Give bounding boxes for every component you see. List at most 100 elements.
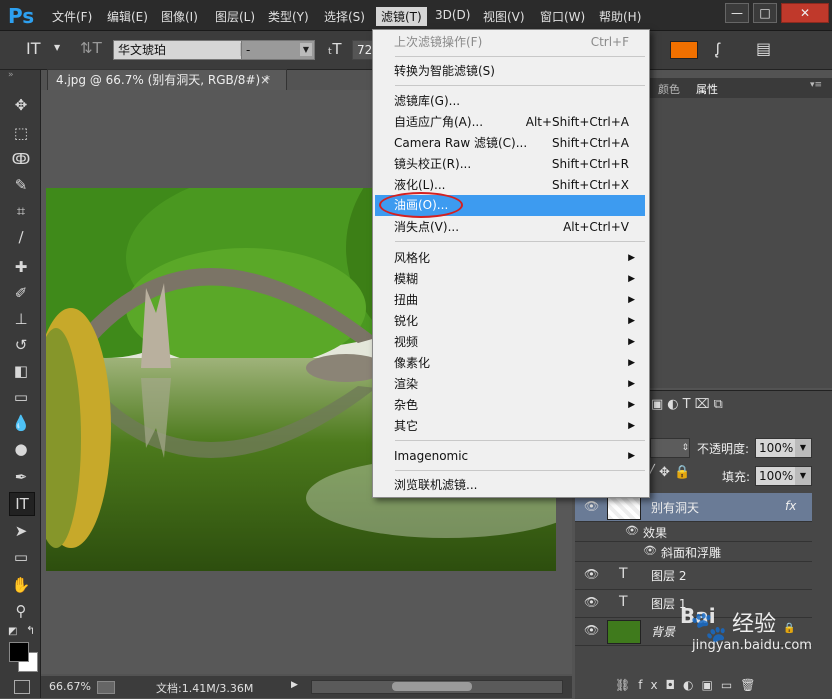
document-tab[interactable]: 4.jpg @ 66.7% (别有洞天, RGB/8#) * × xyxy=(47,69,287,90)
layer-row[interactable]: 👁 T 图层 2 xyxy=(575,561,812,590)
submenu-arrow-icon: ▶ xyxy=(628,316,635,326)
status-menu-arrow-icon[interactable]: ▶ xyxy=(291,680,298,690)
move-tool-icon[interactable]: ✥ xyxy=(9,94,33,116)
layer-name: 图层 2 xyxy=(651,569,687,583)
hand-tool-icon[interactable]: ✋ xyxy=(9,574,33,596)
close-tab-icon[interactable]: × xyxy=(260,70,270,90)
eraser-tool-icon[interactable]: ◧ xyxy=(9,360,33,382)
blur-tool-icon[interactable]: 💧 xyxy=(9,412,33,434)
text-tool-icon[interactable]: ⅠT xyxy=(26,39,41,58)
menu-divider xyxy=(395,56,645,57)
layer-effect-bevel-row[interactable]: 👁 斜面和浮雕 xyxy=(575,541,812,562)
menu-item-convert-smart-filter[interactable]: 转换为智能滤镜(S) xyxy=(373,61,643,82)
eye-icon[interactable]: 👁 xyxy=(584,499,599,513)
text-color-swatch[interactable] xyxy=(670,41,698,59)
menu-item-render[interactable]: 渲染 ▶ xyxy=(373,374,643,395)
menu-item-filter-gallery[interactable]: 滤镜库(G)... xyxy=(373,91,643,112)
marquee-tool-icon[interactable]: ⬚ xyxy=(9,122,33,144)
menu-item-camera-raw[interactable]: Camera Raw 滤镜(C)... Shift+Ctrl+A xyxy=(373,133,643,154)
layer-effects-row[interactable]: 👁 效果 xyxy=(575,521,812,542)
menu-window[interactable]: 窗口(W) xyxy=(540,8,585,25)
menu-item-last-filter[interactable]: 上次滤镜操作(F) Ctrl+F xyxy=(373,32,643,53)
text-layer-icon: T xyxy=(619,566,628,582)
menu-3d[interactable]: 3D(D) xyxy=(435,8,470,22)
quick-select-tool-icon[interactable]: ✎ xyxy=(9,174,33,196)
pen-tool-icon[interactable]: ✒ xyxy=(9,466,33,488)
zoom-level[interactable]: 66.67% xyxy=(49,680,91,693)
eye-icon[interactable]: 👁 xyxy=(584,567,599,581)
menu-layer[interactable]: 图层(L) xyxy=(215,8,255,25)
menu-item-imagenomic[interactable]: Imagenomic ▶ xyxy=(373,446,643,467)
menu-type[interactable]: 类型(Y) xyxy=(268,8,309,25)
menu-edit[interactable]: 编辑(E) xyxy=(107,8,148,25)
collapse-icon[interactable]: » xyxy=(8,70,14,80)
tool-preset-chevron-icon[interactable]: ▼ xyxy=(54,43,60,52)
tab-color[interactable]: 颜色 xyxy=(658,81,680,97)
foreground-color-swatch[interactable] xyxy=(9,642,29,662)
warp-text-icon[interactable]: ᶘ xyxy=(716,39,720,59)
default-colors-icon[interactable]: ◩ xyxy=(8,626,17,637)
menu-item-video[interactable]: 视频 ▶ xyxy=(373,332,643,353)
menu-item-vanishing-point[interactable]: 消失点(V)... Alt+Ctrl+V xyxy=(373,217,643,238)
menu-help[interactable]: 帮助(H) xyxy=(599,8,641,25)
menu-item-blur[interactable]: 模糊 ▶ xyxy=(373,269,643,290)
swap-colors-icon[interactable]: ↰ xyxy=(26,624,35,637)
menu-item-oil-paint[interactable]: 油画(O)... xyxy=(375,192,645,218)
crop-tool-icon[interactable]: ⌗ xyxy=(9,200,33,222)
menu-item-pixelate[interactable]: 像素化 ▶ xyxy=(373,353,643,374)
font-style-select[interactable]: - ▼ xyxy=(241,40,315,60)
fill-field[interactable]: 100% ▼ xyxy=(755,466,812,486)
gradient-tool-icon[interactable]: ▭ xyxy=(9,386,33,408)
text-orientation-icon[interactable]: ⇅T xyxy=(80,39,102,57)
menu-item-stylize[interactable]: 风格化 ▶ xyxy=(373,248,643,269)
tab-properties[interactable]: 属性 xyxy=(696,81,718,97)
eye-icon[interactable]: 👁 xyxy=(584,623,599,637)
menu-item-adaptive-wide-angle[interactable]: 自适应广角(A)... Alt+Shift+Ctrl+A xyxy=(373,112,643,133)
opacity-field[interactable]: 100% ▼ xyxy=(755,438,812,458)
menu-view[interactable]: 视图(V) xyxy=(483,8,525,25)
menu-file[interactable]: 文件(F) xyxy=(52,8,92,25)
dodge-tool-icon[interactable]: ● xyxy=(9,438,33,460)
chevron-down-icon[interactable]: ▼ xyxy=(795,439,811,457)
character-panel-icon[interactable]: ▤ xyxy=(756,39,771,58)
blend-mode-select[interactable]: ⇕ xyxy=(650,438,690,458)
lasso-tool-icon[interactable]: ↂ xyxy=(9,148,33,170)
eye-icon[interactable]: 👁 xyxy=(584,595,599,609)
menu-item-browse-online-filters[interactable]: 浏览联机滤镜... xyxy=(373,475,643,496)
lock-icons[interactable]: ╱ ✥ 🔒 xyxy=(647,465,690,480)
scrollbar-thumb[interactable] xyxy=(392,682,472,691)
maximize-button[interactable]: □ xyxy=(753,3,777,23)
menu-item-noise[interactable]: 杂色 ▶ xyxy=(373,395,643,416)
submenu-arrow-icon: ▶ xyxy=(628,358,635,368)
eye-icon[interactable]: 👁 xyxy=(625,524,639,537)
quick-mask-icon[interactable] xyxy=(14,680,30,694)
menu-item-distort[interactable]: 扭曲 ▶ xyxy=(373,290,643,311)
eye-icon[interactable]: 👁 xyxy=(643,544,657,557)
minimize-button[interactable]: — xyxy=(725,3,749,23)
fx-icon[interactable]: fx xyxy=(785,499,796,513)
history-brush-tool-icon[interactable]: ↺ xyxy=(9,334,33,356)
horizontal-type-tool-icon[interactable]: ⅠT xyxy=(9,492,35,516)
chevron-down-icon[interactable]: ▼ xyxy=(795,467,811,485)
menu-item-other[interactable]: 其它 ▶ xyxy=(373,416,643,437)
menu-item-sharpen[interactable]: 锐化 ▶ xyxy=(373,311,643,332)
chevron-down-icon: ▼ xyxy=(300,43,312,56)
brush-tool-icon[interactable]: ✐ xyxy=(9,282,33,304)
healing-brush-tool-icon[interactable]: ✚ xyxy=(9,256,33,278)
opacity-label: 不透明度: xyxy=(697,442,750,456)
clone-stamp-tool-icon[interactable]: ⊥ xyxy=(9,308,33,330)
zoom-tool-icon[interactable]: ⚲ xyxy=(9,600,33,622)
menu-select[interactable]: 选择(S) xyxy=(324,8,365,25)
rectangle-tool-icon[interactable]: ▭ xyxy=(9,546,33,568)
font-family-select[interactable]: 华文琥珀 ▼ xyxy=(113,40,255,60)
horizontal-scrollbar[interactable] xyxy=(311,680,563,694)
path-selection-tool-icon[interactable]: ➤ xyxy=(9,520,33,542)
layer-filter-icons[interactable]: ▣◐T⌧⧉ xyxy=(651,397,811,417)
menu-divider xyxy=(395,241,645,242)
menu-item-lens-correction[interactable]: 镜头校正(R)... Shift+Ctrl+R xyxy=(373,154,643,175)
menu-filter[interactable]: 滤镜(T) xyxy=(376,7,427,26)
menu-image[interactable]: 图像(I) xyxy=(161,8,198,25)
close-button[interactable]: ✕ xyxy=(781,3,829,23)
eyedropper-tool-icon[interactable]: ∕ xyxy=(9,226,33,248)
panel-menu-icon[interactable]: ▾≡ xyxy=(810,80,822,90)
